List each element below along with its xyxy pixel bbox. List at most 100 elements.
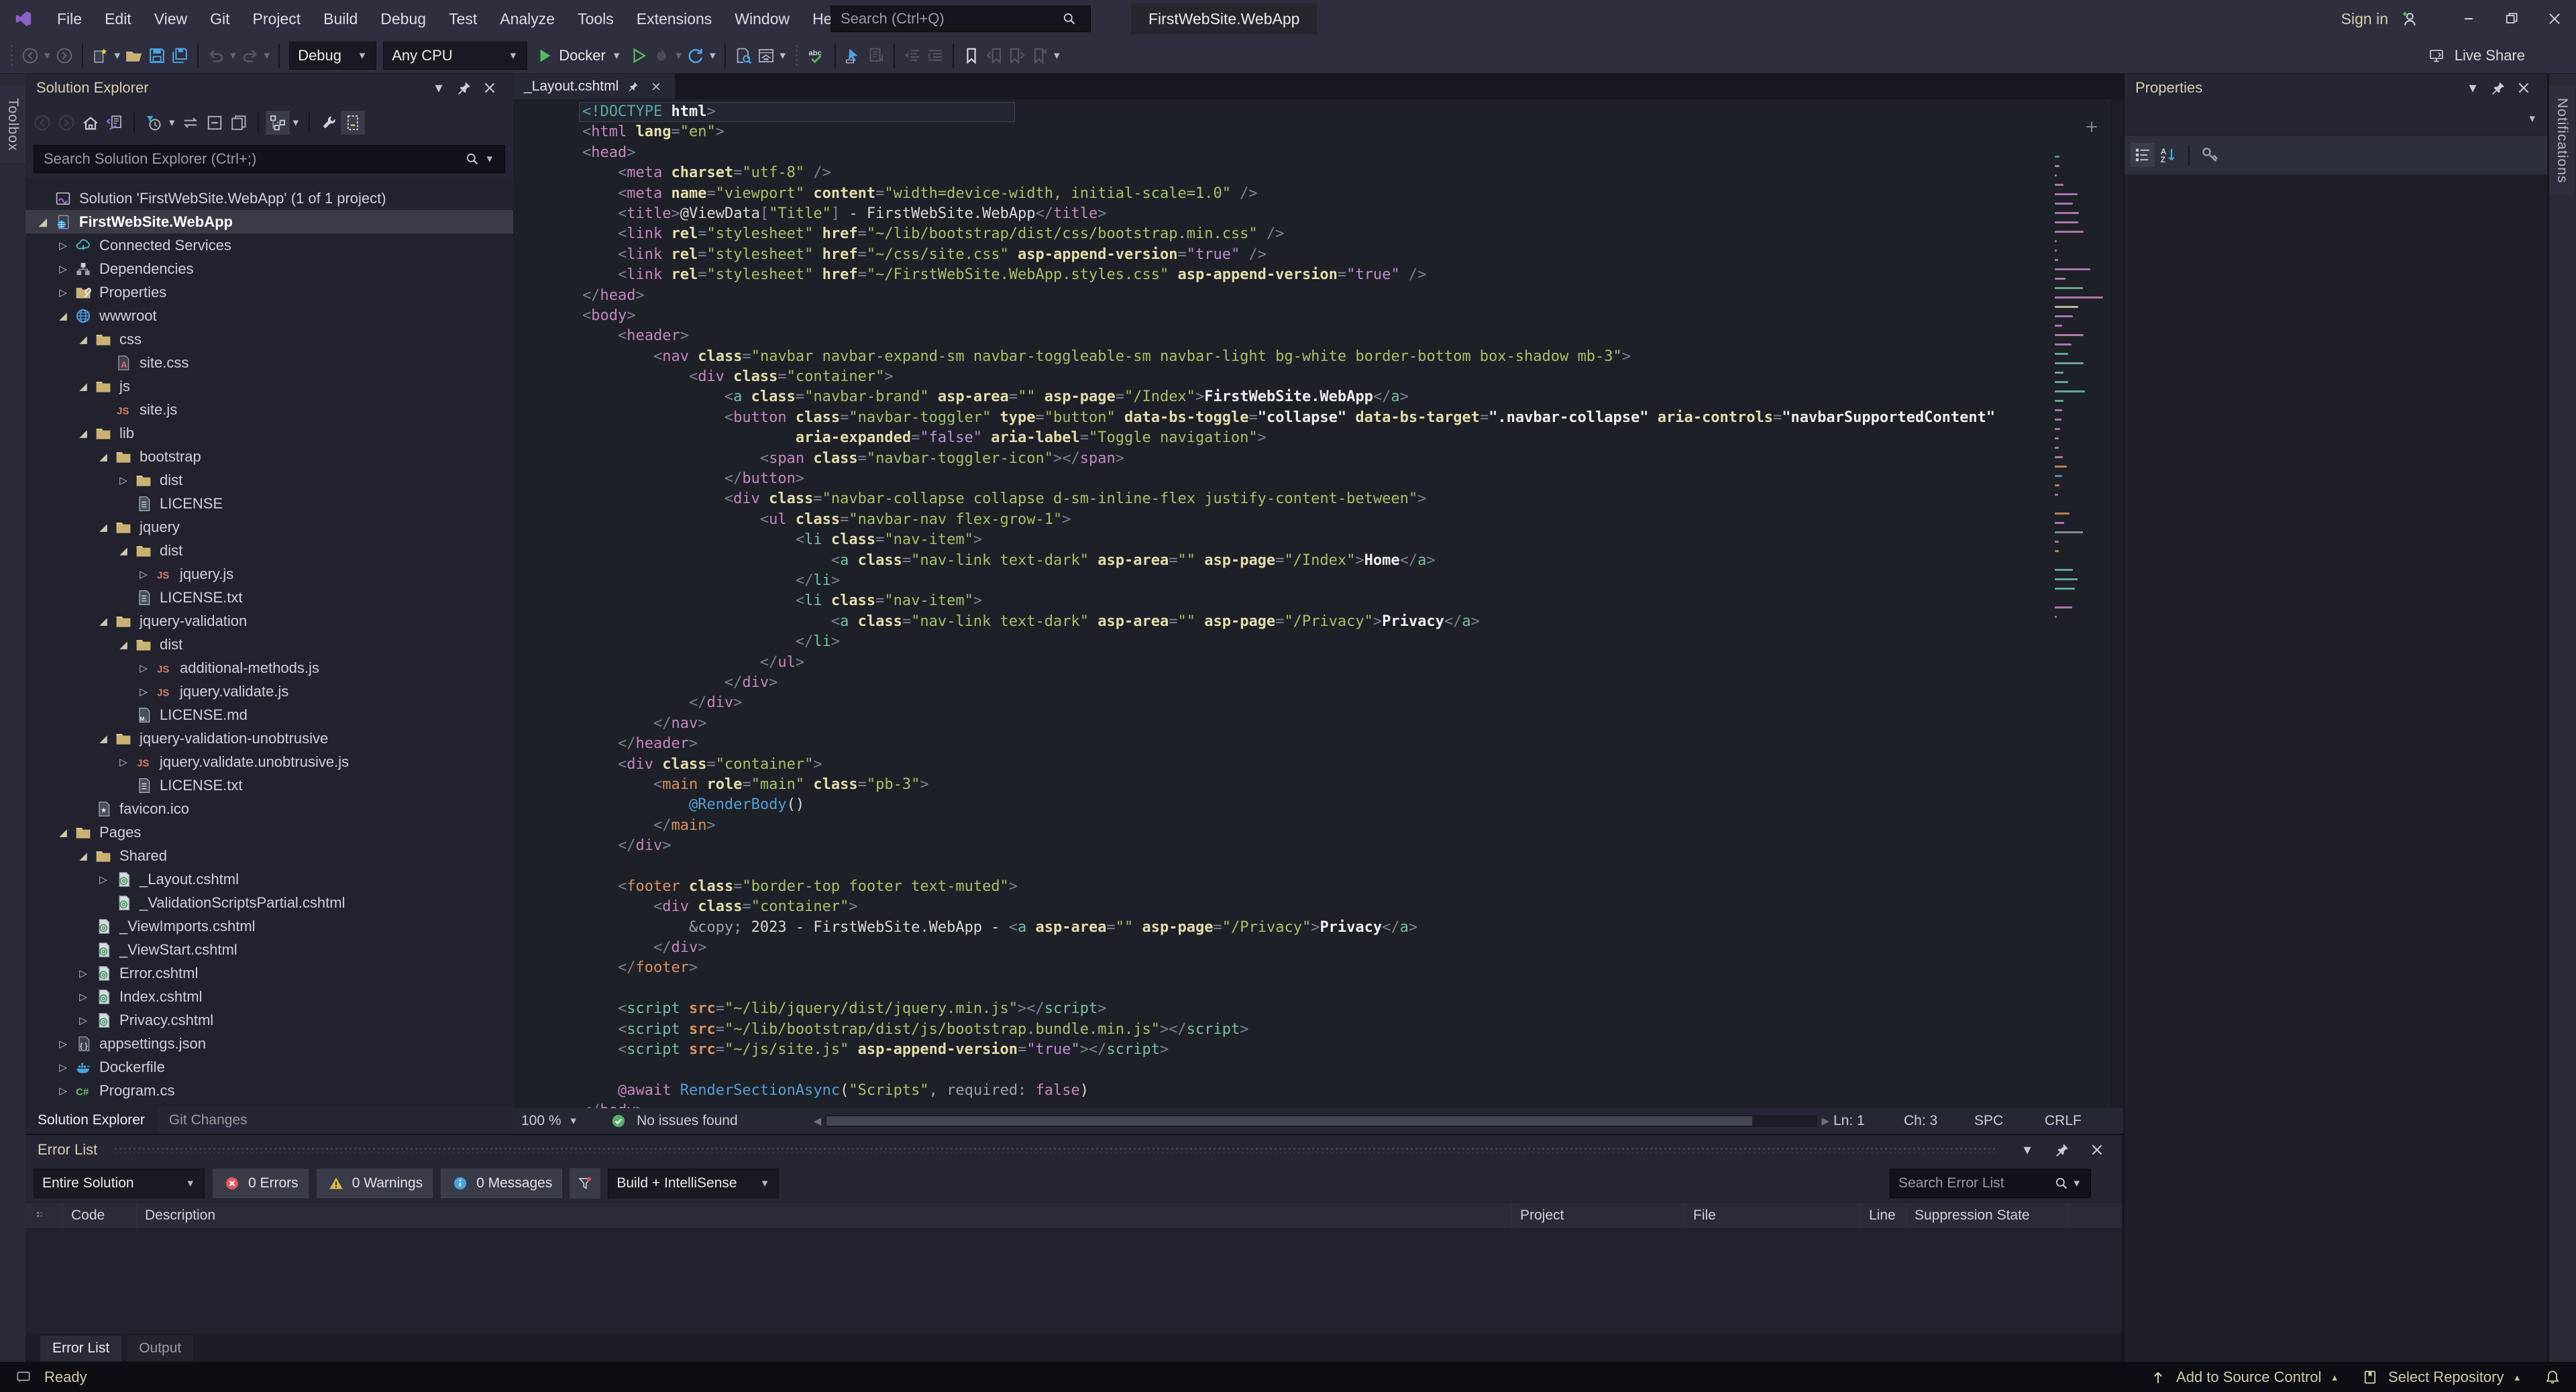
code-line-14[interactable]: <div class="container"> [582,367,2108,387]
warnings-filter-button[interactable]: 0 Warnings [317,1169,433,1198]
property-pages-icon[interactable] [2198,144,2221,166]
code-line-1[interactable]: <!DOCTYPE html> [579,102,1015,122]
code-line-25[interactable]: <li class="nav-item"> [582,591,2108,611]
tree-item-site-js[interactable]: JSsite.js [25,398,513,421]
collapsed-arrow-icon[interactable]: ▷ [114,756,133,768]
expanded-arrow-icon[interactable]: ◢ [94,733,113,745]
code-line-35[interactable]: @RenderBody() [582,795,2108,815]
tree-item-jquery-validate-js[interactable]: ▷JSjquery.validate.js [25,680,513,703]
error-list-search-box[interactable]: Search Error List ▾ [1890,1169,2091,1198]
user-account-icon[interactable] [2398,7,2420,30]
code-line-41[interactable]: &copy; 2023 - FirstWebSite.WebApp - <a a… [582,918,2108,938]
tab-git-changes[interactable]: Git Changes [157,1107,260,1134]
scrollbar-thumb[interactable] [826,1116,1752,1126]
collapsed-arrow-icon[interactable]: ▷ [134,686,153,698]
code-line-19[interactable]: </button> [582,469,2108,489]
messages-filter-button[interactable]: 0 Messages [441,1169,562,1198]
open-folder-icon[interactable] [123,41,146,70]
show-all-files-icon[interactable] [341,111,364,134]
window-position-icon[interactable]: ▾ [2015,1141,2040,1159]
menu-test[interactable]: Test [437,5,488,32]
pin-icon[interactable] [2049,1138,2075,1161]
live-share-button[interactable]: Live Share [2425,38,2525,74]
copy-icon[interactable] [227,111,250,134]
scope-select[interactable]: Entire Solution▾ [34,1169,205,1198]
collapsed-arrow-icon[interactable]: ▷ [94,873,113,886]
code-line-11[interactable]: <body> [582,306,2108,326]
undo-icon[interactable] [205,41,227,70]
collapsed-arrow-icon[interactable]: ▷ [54,1085,72,1097]
code-line-4[interactable]: <meta charset="utf-8" /> [582,163,2108,183]
tree-item-program-cs[interactable]: ▷C#Program.cs [25,1079,513,1102]
horizontal-scrollbar[interactable]: ◀ ▶ [810,1115,1833,1127]
column-header-suppression-state[interactable]: Suppression State [1907,1203,2068,1228]
code-line-49[interactable]: @await RenderSectionAsync("Scripts", req… [582,1081,2108,1101]
code-line-45[interactable]: <script src="~/lib/jquery/dist/jquery.mi… [582,999,2108,1019]
tree-item-dist[interactable]: ◢dist [25,539,513,562]
tree-item-license-md[interactable]: M↓LICENSE.md [25,703,513,727]
expanded-arrow-icon[interactable]: ◢ [94,521,113,533]
code-line-32[interactable]: </header> [582,734,2108,754]
expanded-arrow-icon[interactable]: ◢ [74,850,93,862]
expanded-arrow-icon[interactable]: ◢ [74,380,93,392]
editor-vertical-scrollbar[interactable] [2108,99,2123,1108]
code-line-27[interactable]: </li> [582,632,2108,652]
code-line-22[interactable]: <li class="nav-item"> [582,530,2108,550]
collapsed-arrow-icon[interactable]: ▷ [54,286,72,299]
tree-item-appsettings-json[interactable]: ▷{ }appsettings.json [25,1032,513,1055]
line-ending-indicator[interactable]: CRLF [2045,1113,2115,1129]
drag-handle[interactable] [113,1146,1998,1153]
home-icon[interactable] [79,111,102,134]
tree-item-js[interactable]: ◢js [25,374,513,398]
tree-item-lib[interactable]: ◢lib [25,421,513,445]
window-position-icon[interactable]: ▾ [2460,79,2485,97]
column-header-project[interactable]: Project [1512,1203,1685,1228]
code-line-17[interactable]: aria-expanded="false" aria-label="Toggle… [582,428,2108,448]
code-line-7[interactable]: <link rel="stylesheet" href="~/lib/boots… [582,224,2108,244]
column-header-file[interactable]: File [1685,1203,1861,1228]
collapse-all-icon[interactable] [203,111,226,134]
indent-increase-icon[interactable] [924,41,947,70]
select-repository-button[interactable]: Select Repository ▴ [2359,1366,2524,1389]
track-active-item-icon[interactable] [266,111,289,134]
menu-project[interactable]: Project [241,5,313,32]
menu-view[interactable]: View [143,5,199,32]
start-without-debugging-icon[interactable] [627,41,650,70]
indent-decrease-icon[interactable] [901,41,924,70]
tree-item-favicon-ico[interactable]: favicon.ico [25,797,513,820]
new-project-icon[interactable] [89,41,112,70]
close-icon[interactable] [2511,76,2536,99]
window-position-icon[interactable]: ▾ [426,79,451,97]
tree-item-layout-cshtml[interactable]: ▷_Layout.cshtml [25,867,513,891]
split-window-icon[interactable] [2080,115,2103,138]
restart-icon[interactable] [684,41,707,70]
se-forward-icon[interactable] [55,111,78,134]
code-line-29[interactable]: </div> [582,673,2108,693]
collapsed-arrow-icon[interactable]: ▷ [74,991,93,1003]
tree-item-jquery-validation-unobtrusive[interactable]: ◢jquery-validation-unobtrusive [25,727,513,750]
code-line-34[interactable]: <main role="main" class="pb-3"> [582,775,2108,795]
filter-icon[interactable] [570,1169,600,1198]
tree-item-site-css[interactable]: Asite.css [25,351,513,374]
tree-item-viewstart-cshtml[interactable]: _ViewStart.cshtml [25,938,513,961]
pin-icon[interactable] [625,78,641,95]
tree-item-jquery-validation[interactable]: ◢jquery-validation [25,609,513,633]
tree-item-connected-services[interactable]: ▷Connected Services [25,233,513,257]
dropdown-caret-icon[interactable]: ▾ [1051,49,1063,62]
code-line-28[interactable]: </ul> [582,653,2108,673]
toolbar-grip[interactable] [9,44,15,68]
scroll-right-icon[interactable]: ▶ [1817,1115,1833,1127]
tree-item-viewimports-cshtml[interactable]: _ViewImports.cshtml [25,914,513,938]
save-all-icon[interactable] [168,41,191,70]
pin-icon[interactable] [451,76,477,99]
pending-changes-filter-icon[interactable] [142,111,165,134]
menu-tools[interactable]: Tools [566,5,625,32]
properties-object-dropdown[interactable]: ▾ [2125,102,2547,136]
collapsed-arrow-icon[interactable]: ▷ [134,568,153,580]
tree-item-wwwroot[interactable]: ◢wwwroot [25,304,513,327]
tree-item-error-cshtml[interactable]: ▷Error.cshtml [25,961,513,985]
menu-window[interactable]: Window [723,5,801,32]
code-line-37[interactable]: </div> [582,836,2108,856]
tree-item-license[interactable]: LICENSE [25,492,513,515]
solution-explorer-home-icon[interactable] [755,41,777,70]
